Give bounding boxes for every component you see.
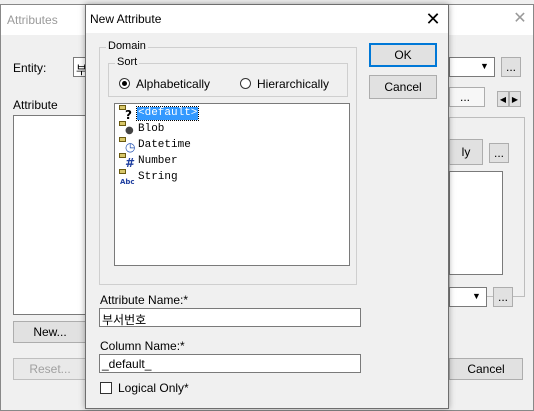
logical-only-label: Logical Only* [118,381,189,395]
sort-alphabetically-radio[interactable] [119,78,130,89]
list-item[interactable]: Abc String [119,169,179,186]
list-item[interactable]: ? <default> [119,105,200,121]
number-icon: # [119,153,133,169]
clock-icon: ◷ [119,137,135,153]
domain-group-label: Domain [106,40,148,52]
domain-label: Number [138,154,178,167]
panel-list[interactable] [449,171,503,275]
ly-button[interactable]: ly [449,139,483,165]
ok-button[interactable]: OK [369,43,437,67]
tab-dots: ... [460,90,471,104]
attribute-name-value: 부서번호 [102,313,147,327]
new-attribute-dialog: New Attribute ✕ Domain Sort Alphabetical… [85,4,449,409]
panel-browse-button[interactable]: ... [489,143,509,163]
close-icon[interactable]: ✕ [510,9,530,29]
string-icon: Abc [119,169,135,186]
domain-label: String [138,170,178,183]
sort-group-label: Sort [115,56,140,68]
tab-overflow[interactable]: ... [449,87,485,107]
domain-list[interactable]: ? <default> ● Blob ◷ Datetime # Number A… [114,103,350,266]
sort-hierarchically-label: Hierarchically [257,77,330,91]
entity-dropdown-right[interactable]: ▼ [449,57,495,77]
column-name-value: _default_ [102,357,152,371]
logical-only-checkbox[interactable] [100,382,112,394]
cancel-button[interactable]: Cancel [369,75,437,99]
tab-scroll-left-icon[interactable]: ◀ [497,91,509,107]
sort-hierarchically-radio[interactable] [240,78,251,89]
new-button[interactable]: New... [13,321,87,343]
domain-label: <default> [135,105,200,121]
chevron-down-icon: ▼ [480,61,489,71]
sort-alphabetically-label: Alphabetically [136,77,211,91]
attribute-list-label: Attribute [13,98,58,112]
panel-dropdown-browse-button[interactable]: ... [493,287,513,307]
new-attribute-title-bar: New Attribute ✕ [86,5,448,33]
dialog-title: New Attribute [90,12,162,26]
column-name-field[interactable]: _default_ [99,354,361,373]
sort-group: Sort Alphabetically Hierarchically [108,56,348,97]
attributes-title: Attributes [7,13,58,27]
entity-label: Entity: [13,61,47,75]
attribute-name-label: Attribute Name:* [100,293,189,307]
domain-label: Blob [138,122,165,135]
attribute-name-field[interactable]: 부서번호 [99,308,361,327]
list-item[interactable]: # Number [119,153,179,169]
bg-cancel-button[interactable]: Cancel [449,358,523,380]
domain-label: Datetime [138,138,191,151]
list-item[interactable]: ◷ Datetime [119,137,192,153]
close-icon[interactable]: ✕ [420,8,446,30]
chevron-down-icon: ▼ [472,291,481,301]
tab-scroll-right-icon[interactable]: ▶ [509,91,521,107]
reset-button[interactable]: Reset... [13,358,87,380]
list-item[interactable]: ● Blob [119,121,165,137]
attribute-list[interactable] [13,115,89,315]
domain-group: Domain Sort Alphabetically Hierarchicall… [99,40,357,285]
panel-dropdown[interactable]: ▼ [449,287,487,307]
question-icon: ? [119,105,133,121]
entity-browse-button[interactable]: ... [501,57,521,77]
column-name-label: Column Name:* [100,339,185,353]
blob-icon: ● [119,121,134,137]
